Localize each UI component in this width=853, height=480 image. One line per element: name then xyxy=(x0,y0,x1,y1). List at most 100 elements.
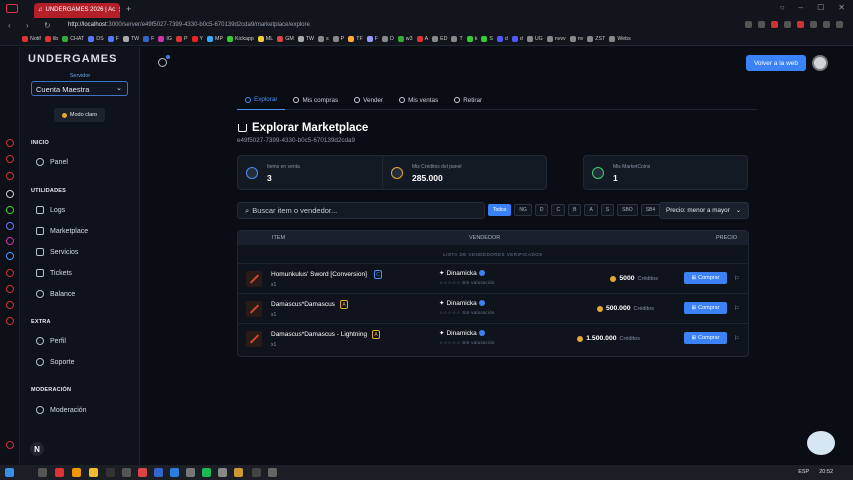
taskbar-app-icon[interactable] xyxy=(234,468,243,477)
bookmark-item[interactable]: S xyxy=(481,35,493,42)
tab-vender[interactable]: Vender xyxy=(346,90,391,110)
browser-menu-icon[interactable] xyxy=(6,4,18,13)
language-indicator[interactable]: ESP xyxy=(798,469,809,475)
settings-icon[interactable] xyxy=(6,317,14,325)
bookmark-item[interactable]: nv xyxy=(569,35,583,42)
extension-icon[interactable] xyxy=(823,21,830,28)
assistant-bot-icon[interactable] xyxy=(807,431,835,455)
sidebar-item-balance[interactable]: Balance xyxy=(36,290,75,298)
rail-icon[interactable] xyxy=(6,269,14,277)
bookmark-item[interactable]: F xyxy=(107,35,119,42)
filter-chip[interactable]: Todos xyxy=(488,204,512,216)
bookmark-item[interactable]: F xyxy=(143,35,154,42)
table-row[interactable]: Damascus*Damascus - Lightning Ax1 ✦ Dinamic… xyxy=(238,323,748,353)
bookmark-item[interactable]: GM xyxy=(277,35,294,42)
bookmark-item[interactable]: ML xyxy=(257,35,273,42)
table-row[interactable]: Damascus*Damascus Ax1 ✦ Dinamicka ☆☆☆☆☆ Sin … xyxy=(238,293,748,323)
bookmark-item[interactable]: T xyxy=(451,35,463,42)
taskbar-app-icon[interactable] xyxy=(218,468,227,477)
taskbar-app-icon[interactable] xyxy=(38,468,47,477)
avatar[interactable] xyxy=(812,55,828,71)
new-tab-icon[interactable]: + xyxy=(126,4,131,14)
bookmark-item[interactable]: lib xyxy=(44,35,58,42)
close-tab-icon[interactable]: ✕ xyxy=(118,6,120,14)
vscode-icon[interactable] xyxy=(170,468,179,477)
buy-button[interactable]: ⊞ Comprar xyxy=(684,272,727,284)
sidebar-item-marketplace[interactable]: Marketplace xyxy=(36,227,88,235)
sort-select[interactable]: Precio: menor a mayor ⌄ xyxy=(659,202,749,219)
bookmark-item[interactable]: Kickapp xyxy=(227,35,254,42)
discord-icon[interactable] xyxy=(6,222,14,230)
rail-icon[interactable] xyxy=(6,139,14,147)
bookmark-item[interactable]: CHAT xyxy=(62,35,84,42)
sidebar-item-perfil[interactable]: Perfil xyxy=(36,337,66,345)
reload-icon[interactable]: ↻ xyxy=(44,21,54,30)
seller-name[interactable]: ✦ Dinamicka xyxy=(439,269,485,277)
bookmark-item[interactable]: Notif xyxy=(22,35,41,42)
clock[interactable]: 20:52 xyxy=(819,469,833,475)
search-tabs-icon[interactable]: ○ xyxy=(780,3,785,12)
whatsapp-icon[interactable] xyxy=(6,206,14,214)
bookmark-item[interactable]: k xyxy=(466,35,477,42)
light-mode-button[interactable]: Modo claro xyxy=(54,108,105,122)
bookmark-item[interactable]: w3 xyxy=(397,35,413,42)
rail-icon[interactable] xyxy=(6,301,14,309)
sidebar-item-soporte[interactable]: Soporte xyxy=(36,358,75,366)
taskbar-app-icon[interactable] xyxy=(252,468,261,477)
rail-icon[interactable] xyxy=(6,190,14,198)
extension-icon[interactable] xyxy=(784,21,791,28)
nextjs-badge[interactable]: N xyxy=(30,442,44,456)
bookmark-item[interactable]: TF xyxy=(348,35,363,42)
filter-chip[interactable]: NG xyxy=(514,204,532,216)
filter-chip[interactable]: D xyxy=(534,204,549,216)
filter-chip[interactable]: S xyxy=(600,204,615,216)
taskbar-app-icon[interactable] xyxy=(186,468,195,477)
bookmark-item[interactable]: ED xyxy=(432,35,447,42)
tab-retirar[interactable]: Retirar xyxy=(446,90,490,110)
filter-chip[interactable]: SB4 xyxy=(640,204,661,216)
sidebar-item-logs[interactable]: Logs xyxy=(36,206,65,214)
bookmark-item[interactable]: IG xyxy=(158,35,172,42)
bookmark-item[interactable]: UG xyxy=(526,35,543,42)
bookmark-item[interactable]: DS xyxy=(88,35,104,42)
buy-button[interactable]: ⊞ Comprar xyxy=(684,332,727,344)
extension-icon[interactable] xyxy=(797,21,804,28)
table-row[interactable]: Homunkulus' Sword [Conversion] Cx1 ✦ Dinami… xyxy=(238,263,748,293)
logo[interactable]: UNDERGAMES xyxy=(28,53,117,65)
rail-icon[interactable] xyxy=(6,155,14,163)
sidebar-item-tickets[interactable]: Tickets xyxy=(36,269,72,277)
url-field[interactable]: http://localhost:3000/server/e49f5027-73… xyxy=(68,22,310,28)
browser-tab[interactable]: ♫ UNDERGAMES 2026 | Ac ✕ xyxy=(34,2,120,18)
bookmark-item[interactable]: s xyxy=(318,35,329,42)
tab-mis-compras[interactable]: Mis compras xyxy=(285,90,346,110)
sidebar-item-servicios[interactable]: Servicios xyxy=(36,248,78,256)
extension-icon[interactable] xyxy=(810,21,817,28)
taskbar-app-icon[interactable] xyxy=(72,468,81,477)
instagram-icon[interactable] xyxy=(6,237,14,245)
filter-chip[interactable]: C xyxy=(551,204,566,216)
bookmark-item[interactable]: nvvv xyxy=(546,35,566,42)
bookmark-item[interactable]: TW xyxy=(297,35,314,42)
forward-icon[interactable]: › xyxy=(26,21,36,30)
bookmark-item[interactable]: A xyxy=(416,35,428,42)
close-window-icon[interactable]: ✕ xyxy=(838,3,845,12)
search-input[interactable]: ⌕ Buscar item o vendedor... xyxy=(237,202,485,219)
bookmark-item[interactable]: TW xyxy=(122,35,139,42)
folder-icon[interactable] xyxy=(89,468,98,477)
rail-icon[interactable] xyxy=(6,172,14,180)
filter-chip[interactable]: B xyxy=(568,204,582,216)
windows-start-icon[interactable] xyxy=(5,468,14,477)
bookmark-item[interactable]: d xyxy=(496,35,508,42)
rail-icon[interactable] xyxy=(6,285,14,293)
bookmark-item[interactable]: D xyxy=(381,35,394,42)
taskbar-app-icon[interactable] xyxy=(106,468,115,477)
bookmark-item[interactable]: P xyxy=(175,35,188,42)
rail-icon[interactable] xyxy=(6,441,14,449)
bookmark-item[interactable]: Y xyxy=(191,35,203,42)
opera-gx-icon[interactable] xyxy=(55,468,64,477)
telegram-icon[interactable] xyxy=(6,252,14,260)
taskbar-app-icon[interactable] xyxy=(122,468,131,477)
bookmark-item[interactable]: MP xyxy=(207,35,223,42)
filter-chip[interactable]: SBO xyxy=(617,204,638,216)
bookmark-item[interactable]: P xyxy=(332,35,344,42)
